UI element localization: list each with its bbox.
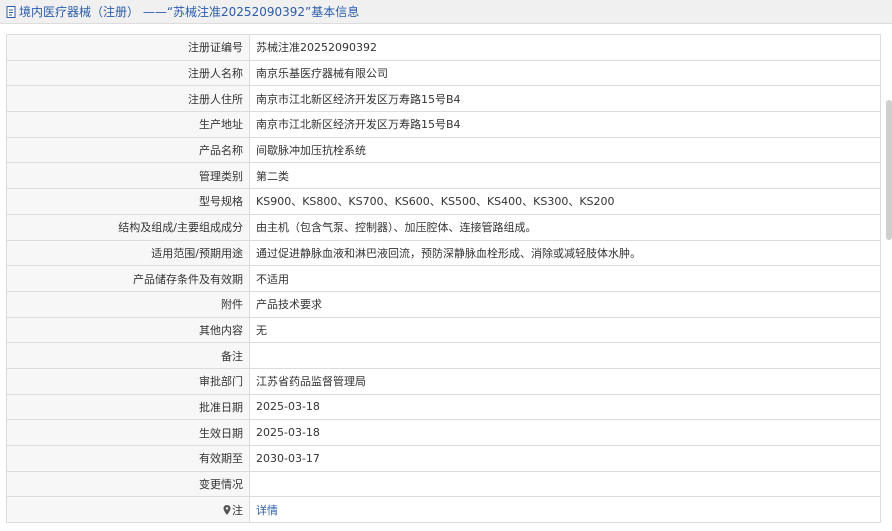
table-row-mgmt-class: 管理类别 第二类: [6, 162, 881, 190]
table-row-approval-date: 批准日期 2025-03-18: [6, 393, 881, 421]
field-label: 有效期至: [6, 445, 250, 472]
field-value: 江苏省药品监督管理局: [249, 367, 881, 395]
field-label: 管理类别: [6, 162, 250, 190]
field-value: 南京市江北新区经济开发区万寿路15号B4: [249, 111, 881, 138]
field-value: [249, 470, 881, 498]
field-value: 无: [249, 316, 881, 344]
field-value: 苏械注准20252090392: [249, 34, 881, 61]
field-value: 详情: [249, 496, 881, 524]
table-row-storage: 产品储存条件及有效期 不适用: [6, 265, 881, 292]
field-value: 产品技术要求: [249, 290, 881, 318]
table-row-product-name: 产品名称 间歇脉冲加压抗栓系统: [6, 136, 881, 164]
field-label: 附件: [6, 290, 250, 318]
table-row-remark: 备注: [6, 342, 881, 369]
details-link[interactable]: 详情: [256, 504, 278, 517]
table-row-note: 注详情: [6, 496, 881, 524]
table-row-valid-until: 有效期至 2030-03-17: [6, 445, 881, 472]
field-label: 审批部门: [6, 367, 250, 395]
scrollbar[interactable]: [886, 100, 892, 240]
table-row-approval-dept: 审批部门 江苏省药品监督管理局: [6, 367, 881, 395]
table-row-attachment: 附件 产品技术要求: [6, 290, 881, 318]
field-label: 注: [6, 496, 250, 524]
field-value: 由主机（包含气泵、控制器）、加压腔体、连接管路组成。: [249, 213, 881, 241]
table-row-registrant: 注册人名称 南京乐基医疗器械有限公司: [6, 59, 881, 87]
field-value: 通过促进静脉血液和淋巴液回流，预防深静脉血栓形成、消除或减轻肢体水肿。: [249, 239, 881, 267]
field-label: 备注: [6, 342, 250, 369]
field-label: 产品储存条件及有效期: [6, 265, 250, 292]
field-label: 适用范围/预期用途: [6, 239, 250, 267]
field-value: KS900、KS800、KS700、KS600、KS500、KS400、KS30…: [249, 188, 881, 215]
page-header: 境内医疗器械（注册） ——“苏械注准20252090392”基本信息: [0, 0, 892, 24]
table-row-changes: 变更情况: [6, 470, 881, 498]
table-row-registrant-addr: 注册人住所 南京市江北新区经济开发区万寿路15号B4: [6, 85, 881, 113]
table-row-scope: 适用范围/预期用途 通过促进静脉血液和淋巴液回流，预防深静脉血栓形成、消除或减轻肢…: [6, 239, 881, 267]
field-value: 南京乐基医疗器械有限公司: [249, 59, 881, 87]
field-label: 型号规格: [6, 188, 250, 215]
map-pin-icon: [223, 504, 231, 515]
field-label: 结构及组成/主要组成成分: [6, 213, 250, 241]
table-row-other: 其他内容无: [6, 316, 881, 344]
field-value: 间歇脉冲加压抗栓系统: [249, 136, 881, 164]
field-label: 批准日期: [6, 393, 250, 421]
field-value: 第二类: [249, 162, 881, 190]
table-row-effective-date: 生效日期 2025-03-18: [6, 419, 881, 446]
field-value: 不适用: [249, 265, 881, 292]
info-table: 注册证编号 苏械注准20252090392 注册人名称 南京乐基医疗器械有限公司 注册人…: [6, 34, 881, 524]
field-label: 注册证编号: [6, 34, 250, 61]
field-label: 变更情况: [6, 470, 250, 498]
table-row-prod-addr: 生产地址 南京市江北新区经济开发区万寿路15号B4: [6, 111, 881, 138]
page-title: 境内医疗器械（注册） ——“苏械注准20252090392”基本信息: [19, 5, 360, 19]
field-label: 注册人住所: [6, 85, 250, 113]
field-value: 2030-03-17: [249, 445, 881, 472]
field-value: 2025-03-18: [249, 419, 881, 446]
table-row-models: 型号规格 KS900、KS800、KS700、KS600、KS500、KS400、…: [6, 188, 881, 215]
field-label: 生效日期: [6, 419, 250, 446]
field-label: 注册人名称: [6, 59, 250, 87]
field-value: [249, 342, 881, 369]
field-label: 其他内容: [6, 316, 250, 344]
field-label: 生产地址: [6, 111, 250, 138]
field-value: 2025-03-18: [249, 393, 881, 421]
table-row-reg-no: 注册证编号 苏械注准20252090392: [6, 34, 881, 61]
table-row-structure: 结构及组成/主要组成成分 由主机（包含气泵、控制器）、加压腔体、连接管路组成。: [6, 213, 881, 241]
note-label: 注: [232, 503, 243, 517]
document-icon: [6, 5, 16, 18]
field-value: 南京市江北新区经济开发区万寿路15号B4: [249, 85, 881, 113]
field-label: 产品名称: [6, 136, 250, 164]
